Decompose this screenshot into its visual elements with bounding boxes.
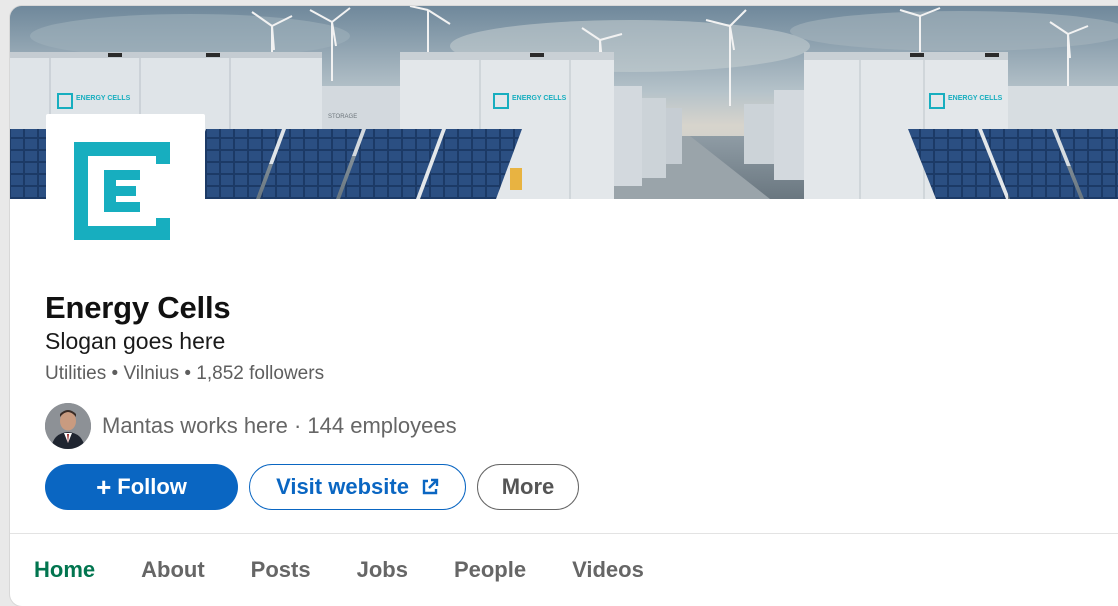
tab-jobs[interactable]: Jobs bbox=[357, 557, 408, 583]
company-profile-card: ENERGY CELLS ENERGY CELLS ENERGY CELLS S… bbox=[10, 6, 1118, 606]
more-label: More bbox=[501, 474, 555, 499]
company-meta: Utilities • Vilnius • 1,852 followers bbox=[45, 363, 325, 384]
company-name: Energy Cells bbox=[45, 290, 231, 325]
visit-website-button[interactable]: Visit website bbox=[249, 464, 466, 510]
energy-cells-logo-icon bbox=[74, 142, 170, 240]
tab-people[interactable]: People bbox=[454, 557, 526, 583]
visit-website-label: Visit website bbox=[276, 474, 409, 499]
external-link-icon bbox=[422, 478, 439, 495]
tab-videos[interactable]: Videos bbox=[572, 557, 644, 583]
tabs-divider bbox=[10, 533, 1118, 534]
container-logo-text-left: ENERGY CELLS bbox=[76, 95, 131, 102]
storage-label: STORAGE bbox=[328, 114, 357, 120]
follow-label: Follow bbox=[117, 474, 187, 499]
profile-tabs: Home About Posts Jobs People Videos bbox=[34, 554, 690, 586]
company-slogan: Slogan goes here bbox=[45, 328, 226, 354]
employees-text: Mantas works here · 144 employees bbox=[102, 413, 457, 438]
tab-home[interactable]: Home bbox=[34, 557, 95, 583]
container-logo-text-center: ENERGY CELLS bbox=[512, 95, 567, 102]
tab-posts[interactable]: Posts bbox=[251, 557, 311, 583]
company-logo[interactable] bbox=[46, 114, 205, 271]
more-button[interactable]: More bbox=[477, 464, 579, 510]
plus-icon: + bbox=[96, 472, 112, 502]
tab-about[interactable]: About bbox=[141, 557, 205, 583]
follow-button[interactable]: + Follow bbox=[45, 464, 238, 510]
employees-link[interactable]: Mantas works here · 144 employees bbox=[45, 403, 457, 449]
employee-avatar bbox=[45, 403, 91, 449]
container-logo-text-right: ENERGY CELLS bbox=[948, 95, 1003, 102]
